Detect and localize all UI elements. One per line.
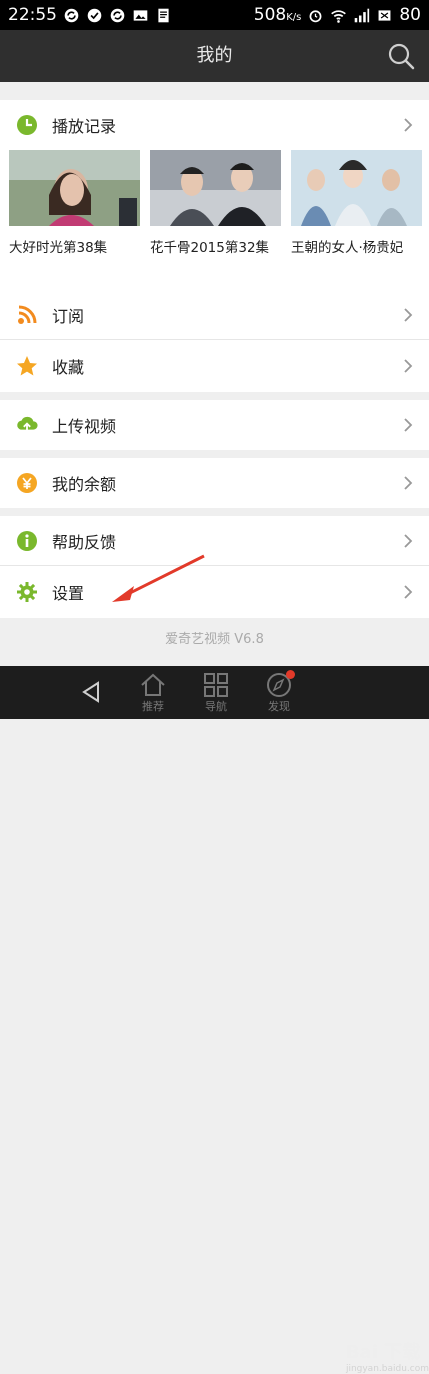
annotation-arrow	[112, 554, 205, 602]
settings-label: 设置	[52, 584, 85, 603]
home-icon	[141, 673, 165, 696]
info-icon	[16, 530, 38, 552]
chevron-right-icon	[404, 418, 413, 432]
upload-label: 上传视频	[52, 417, 117, 436]
status-bar: 22:55 508K/s 80	[0, 0, 429, 30]
notification-dot	[286, 670, 295, 679]
gear-icon	[16, 581, 38, 603]
video-item-1[interactable]: 大好时光第38集	[9, 150, 140, 256]
favorites-row[interactable]: 收藏	[0, 341, 429, 391]
nav-discover-label: 发现	[268, 700, 290, 713]
history-videos: 大好时光第38集 花千骨2015第32集 王朝的女人·杨贵妃	[0, 150, 429, 270]
history-label: 播放记录	[52, 117, 117, 136]
title-bar: 我的	[0, 30, 429, 82]
video-thumbnail-3	[291, 150, 422, 226]
nav-guide[interactable]: 导航	[196, 672, 236, 714]
document-icon	[158, 8, 169, 22]
star-icon	[16, 355, 38, 377]
chevron-right-icon	[404, 534, 413, 548]
balance-label: 我的余额	[52, 475, 117, 494]
rss-icon	[16, 304, 38, 326]
video-title-2: 花千骨2015第32集	[150, 240, 270, 256]
grid-icon	[204, 673, 228, 697]
balance-card: 我的余额	[0, 458, 429, 508]
help-label: 帮助反馈	[52, 532, 117, 552]
nav-guide-label: 导航	[205, 700, 227, 713]
watermark: Bai 下载 jingyan.baidu.com	[345, 1342, 429, 1374]
battery-level: 80	[399, 5, 421, 25]
video-title-1: 大好时光第38集	[9, 240, 108, 256]
clock-icon	[16, 114, 38, 136]
subscribe-row[interactable]: 订阅	[0, 290, 429, 340]
balance-row[interactable]: 我的余额	[0, 458, 429, 508]
settings-row[interactable]: 设置	[0, 567, 429, 617]
collection-card: 订阅 收藏	[0, 290, 429, 392]
video-thumbnail-1	[9, 150, 140, 226]
signal-icon	[355, 8, 370, 22]
page-title: 我的	[196, 45, 233, 66]
nav-recommend[interactable]: 推荐	[133, 672, 173, 714]
history-card: 播放记录 大好时光第38集 花千骨2015第32集 王朝的女人·杨贵妃	[0, 100, 429, 290]
support-card: 帮助反馈 设置	[0, 516, 429, 618]
subscribe-label: 订阅	[52, 306, 85, 326]
wifi-icon	[331, 9, 347, 23]
cloud-upload-icon	[16, 414, 38, 436]
data-speed: 508K/s	[253, 5, 302, 25]
bottom-navbar: 推荐 导航 发现 Bai 下载 jingyan.baidu.com	[0, 666, 429, 1374]
sync-icon	[64, 8, 79, 22]
check-icon	[87, 8, 102, 22]
history-row[interactable]: 播放记录	[0, 100, 429, 150]
video-thumbnail-2	[150, 150, 281, 226]
video-title-3: 王朝的女人·杨贵妃	[291, 240, 404, 256]
favorites-label: 收藏	[52, 358, 85, 377]
chevron-right-icon	[404, 359, 413, 373]
upload-card: 上传视频	[0, 400, 429, 450]
chevron-right-icon	[404, 476, 413, 490]
nav-discover[interactable]: 发现	[259, 670, 299, 714]
chevron-right-icon	[404, 308, 413, 322]
help-row[interactable]: 帮助反馈	[0, 516, 429, 566]
video-item-3[interactable]: 王朝的女人·杨贵妃	[291, 150, 422, 256]
chevron-right-icon	[404, 585, 413, 599]
alarm-icon	[309, 9, 322, 22]
upload-row[interactable]: 上传视频	[0, 400, 429, 450]
video-item-2[interactable]: 花千骨2015第32集	[150, 150, 281, 256]
sync-icon-2	[110, 8, 125, 22]
back-icon[interactable]	[80, 680, 102, 704]
chevron-right-icon	[404, 118, 413, 132]
content-area: 播放记录 大好时光第38集 花千骨2015第32集 王朝的女人·杨贵妃 订阅 收…	[0, 82, 429, 666]
app-version: 爱奇艺视频 V6.8	[165, 632, 264, 647]
yen-coin-icon	[16, 472, 38, 494]
image-icon	[133, 9, 148, 21]
sim-icon	[378, 9, 391, 21]
status-time: 22:55	[8, 5, 57, 25]
search-icon[interactable]	[387, 42, 415, 70]
nav-recommend-label: 推荐	[142, 700, 164, 713]
